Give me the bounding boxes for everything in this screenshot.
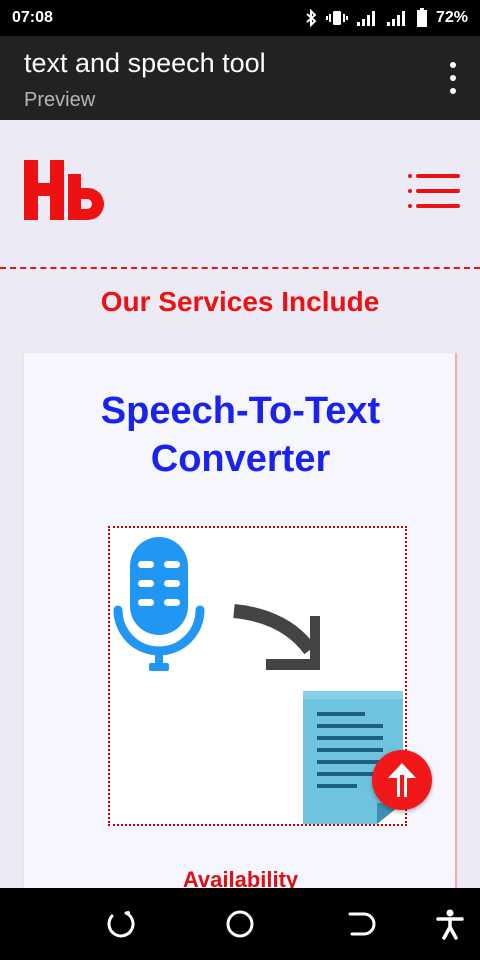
site-logo[interactable] [24, 160, 108, 222]
app-subtitle: Preview [24, 89, 96, 111]
battery-icon [416, 8, 428, 28]
accessibility-icon[interactable] [434, 908, 466, 940]
status-time: 07:08 [12, 9, 53, 26]
status-bar: 07:08 72% [0, 0, 480, 36]
app-title: text and speech tool [24, 48, 266, 78]
recents-icon[interactable] [104, 908, 136, 940]
double-up-arrow-icon [388, 763, 416, 797]
service-image [108, 526, 407, 826]
more-vert-icon[interactable] [446, 62, 460, 94]
section-title: Our Services Include [100, 286, 380, 317]
logo-mark [24, 160, 104, 220]
app-bar: text and speech tool Preview [0, 36, 480, 120]
availability-label: Availability [182, 867, 299, 888]
hamburger-icon[interactable] [408, 174, 460, 208]
battery-percent: 72% [435, 9, 468, 26]
system-nav-bar [0, 888, 480, 960]
signal-icon [356, 9, 378, 27]
status-icons: 72% [304, 8, 468, 28]
signal-icon [386, 9, 408, 27]
site-header [0, 120, 480, 269]
web-content: Our Services Include Speech-To-Text Conv… [0, 120, 480, 888]
curved-arrow-icon [233, 604, 320, 670]
back-icon[interactable] [344, 908, 376, 940]
scroll-top-button[interactable] [372, 750, 432, 810]
home-icon[interactable] [224, 908, 256, 940]
vibrate-icon [325, 9, 348, 27]
microphone-icon [113, 537, 205, 671]
bluetooth-icon [304, 9, 318, 27]
card-title: Speech-To-Text Converter [100, 390, 381, 480]
